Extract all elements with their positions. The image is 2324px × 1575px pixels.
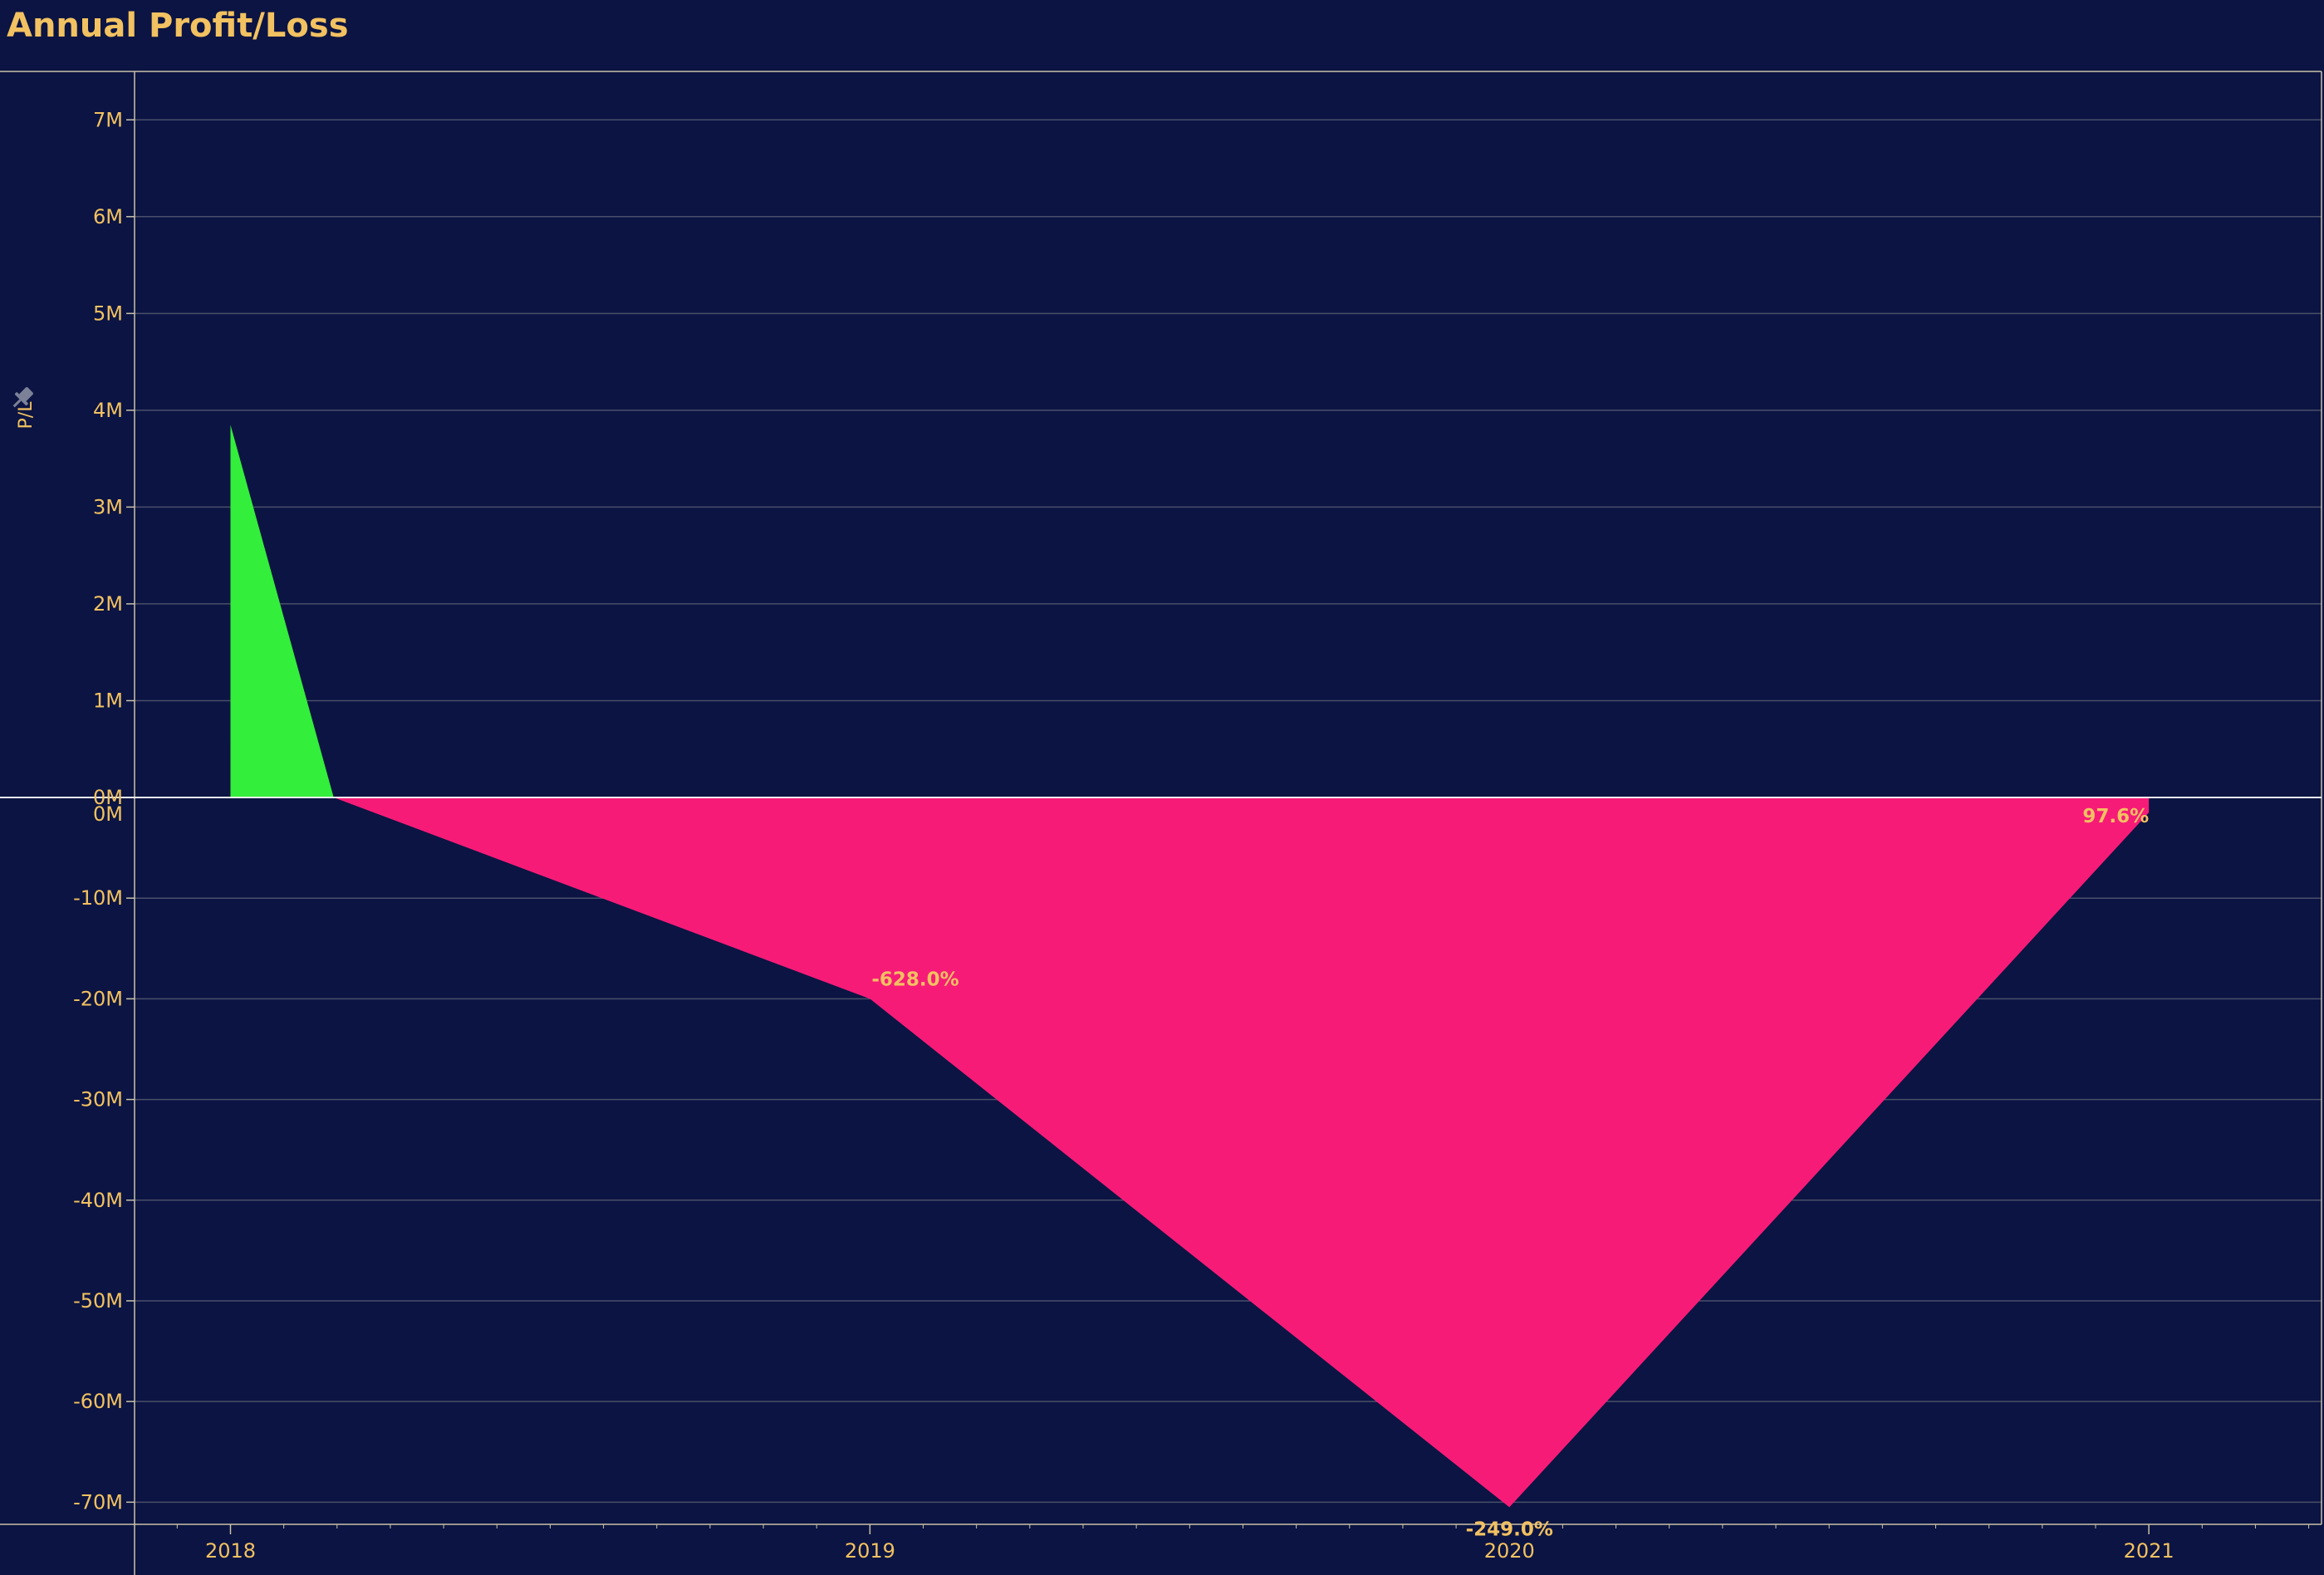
y-tick-label: -40M <box>73 1189 123 1212</box>
y-tick-label: -20M <box>73 987 123 1010</box>
y-tick-label: -50M <box>73 1289 123 1312</box>
y-tick-label: -60M <box>73 1390 123 1413</box>
y-tick-label: 1M <box>93 689 123 712</box>
y-tick-label: 4M <box>93 399 123 422</box>
y-tick-label: -70M <box>73 1490 123 1514</box>
data-label: -249.0% <box>1466 1519 1553 1540</box>
area-layer <box>230 424 2150 1508</box>
x-tick-label: 2021 <box>2124 1539 2174 1563</box>
y-tick-label: 6M <box>93 205 123 228</box>
profit-loss-chart: 0M1M2M3M4M5M6M7M0M-10M-20M-30M-40M-50M-6… <box>0 71 2322 1575</box>
data-label: 97.6% <box>2082 806 2149 827</box>
y-tick-label: 0M <box>93 802 123 826</box>
y-tick-label: -10M <box>73 886 123 910</box>
y-tick-label: 7M <box>93 108 123 131</box>
x-tick-label: 2019 <box>845 1539 895 1563</box>
y-tick-label: 5M <box>93 302 123 325</box>
profit-area <box>230 424 334 797</box>
y-tick-label: 3M <box>93 495 123 518</box>
y-tick-label: -30M <box>73 1088 123 1111</box>
loss-area <box>333 797 2150 1508</box>
x-tick-label: 2018 <box>205 1539 256 1563</box>
x-tick-label: 2020 <box>1484 1539 1535 1563</box>
data-label: -628.0% <box>871 969 959 990</box>
y-tick-label: 2M <box>93 592 123 616</box>
